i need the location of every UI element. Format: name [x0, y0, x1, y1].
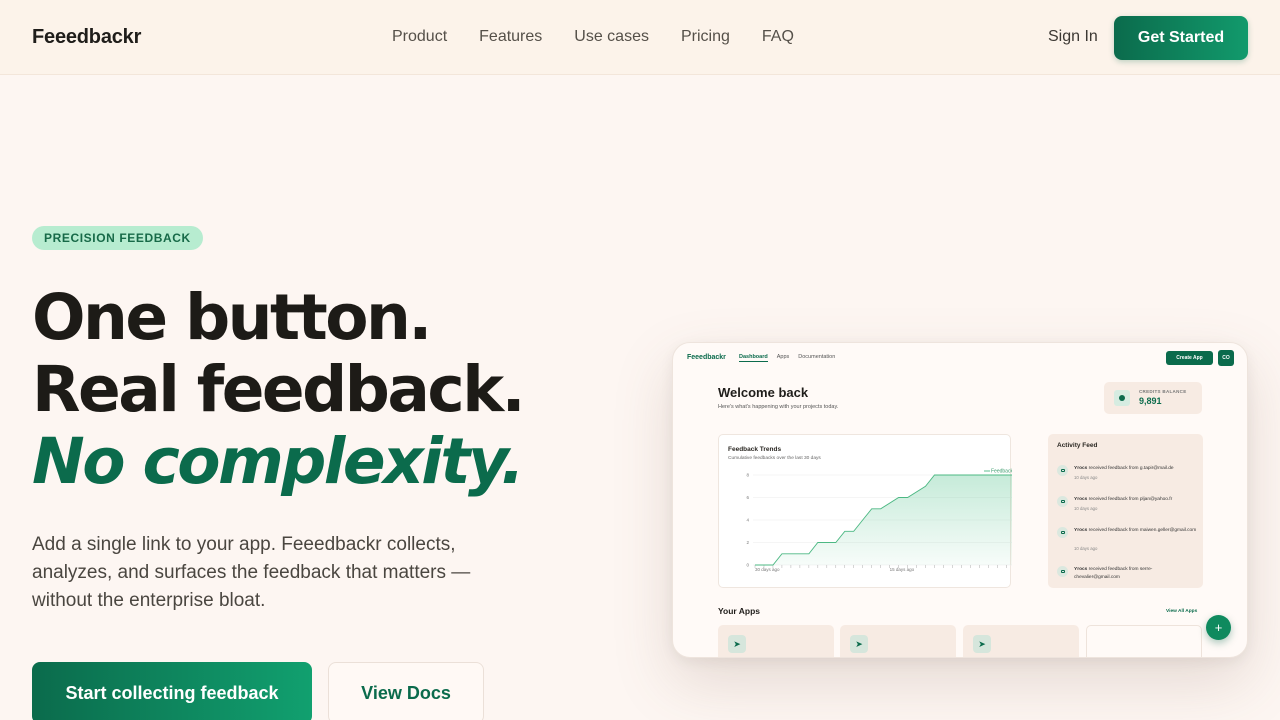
headline-line-2: Real feedback.	[32, 353, 526, 426]
plus-icon: +	[1206, 615, 1231, 640]
activity-text: received feedback from g.tapir@mail.de	[1087, 466, 1174, 471]
activity-text: received feedback from maiwen.geller@gma…	[1087, 528, 1197, 533]
get-started-button[interactable]: Get Started	[1114, 16, 1248, 60]
activity-time: 10 days ago	[1074, 475, 1098, 480]
nav-link-product[interactable]: Product	[392, 28, 447, 46]
preview-brand: Feeedbackr	[687, 354, 726, 361]
preview-tab-dashboard: Dashboard	[739, 354, 768, 362]
chart-x-tick-label: 30 days ago	[755, 567, 780, 572]
activity-time: 10 days ago	[1074, 506, 1098, 511]
feedback-trends-card: Feedback Trends Cumulative feedbacks ove…	[718, 434, 1012, 588]
chart-x-tick-label: 15 days ago	[890, 567, 915, 572]
message-icon	[1057, 496, 1068, 507]
app-card: ➤	[840, 625, 956, 657]
credits-label: CREDITS BALANCE	[1139, 389, 1187, 394]
chart-y-tick-label: 6	[746, 495, 749, 500]
activity-text: received feedback from pljan@yahoo.fr	[1087, 497, 1173, 502]
start-collecting-button[interactable]: Start collecting feedback	[32, 662, 312, 720]
activity-time: 10 days ago	[1074, 546, 1098, 551]
hero-headline: One button. Real feedback. No complexity…	[32, 281, 526, 498]
activity-app-name: Yrocs	[1074, 528, 1088, 533]
message-icon	[1057, 566, 1068, 577]
dashboard-preview: Feeedbackr Dashboard Apps Documentation …	[672, 342, 1248, 658]
preview-avatar: CO	[1218, 350, 1234, 366]
nav-link-use-cases[interactable]: Use cases	[574, 28, 649, 46]
top-navbar: Feeedbackr Product Features Use cases Pr…	[0, 0, 1280, 75]
message-icon	[1057, 465, 1068, 476]
nav-link-pricing[interactable]: Pricing	[681, 28, 730, 46]
preview-nav: Dashboard Apps Documentation	[739, 354, 835, 362]
activity-feed-title: Activity Feed	[1057, 442, 1098, 449]
view-docs-button[interactable]: View Docs	[328, 662, 484, 720]
message-icon	[1057, 527, 1068, 538]
app-card: ➤	[718, 625, 834, 657]
headline-line-1: One button.	[32, 281, 432, 354]
chart-y-tick-label: 8	[746, 473, 749, 478]
activity-app-name: Yrocs	[1074, 497, 1088, 502]
preview-create-app-button: Create App	[1166, 351, 1213, 365]
rocket-icon: ➤	[850, 635, 868, 653]
app-card: ➤	[963, 625, 1079, 657]
feedback-trend-chart: 0 2 4 6 8 30 days ago 15 days ago Feedbacks	[746, 469, 1012, 572]
headline-line-3: No complexity.	[32, 425, 525, 498]
app-card-empty	[1086, 625, 1202, 657]
credits-coin-icon	[1114, 390, 1130, 406]
nav-link-features[interactable]: Features	[479, 28, 542, 46]
brand-logo[interactable]: Feeedbackr	[32, 26, 141, 49]
sign-in-link[interactable]: Sign In	[1048, 28, 1098, 46]
hero-badge: PRECISION FEEDBACK	[32, 226, 203, 250]
your-apps-title: Your Apps	[718, 606, 761, 616]
activity-app-name: Yrocs	[1074, 567, 1088, 572]
chart-y-tick-label: 4	[746, 518, 749, 523]
preview-tab-documentation: Documentation	[798, 354, 836, 360]
nav-link-faq[interactable]: FAQ	[762, 28, 794, 46]
preview-welcome-subtitle: Here's what's happening with your projec…	[718, 404, 839, 410]
activity-app-name: Yrocs	[1074, 466, 1088, 471]
rocket-icon: ➤	[973, 635, 991, 653]
rocket-icon: ➤	[728, 635, 746, 653]
chart-y-tick-label: 2	[746, 540, 749, 545]
chart-y-tick-label: 0	[746, 563, 749, 568]
credits-value: 9,891	[1139, 396, 1162, 406]
chart-legend-label: Feedbacks	[991, 469, 1012, 475]
view-all-apps-link: View All Apps	[1166, 609, 1198, 614]
preview-tab-apps: Apps	[776, 354, 790, 360]
hero-subtext: Add a single link to your app. Feeedback…	[32, 534, 471, 611]
activity-feed: Activity Feed Yrocs received feedback fr…	[1048, 434, 1203, 588]
preview-welcome-title: Welcome back	[718, 385, 809, 400]
nav-links: Product Features Use cases Pricing FAQ	[392, 28, 794, 46]
